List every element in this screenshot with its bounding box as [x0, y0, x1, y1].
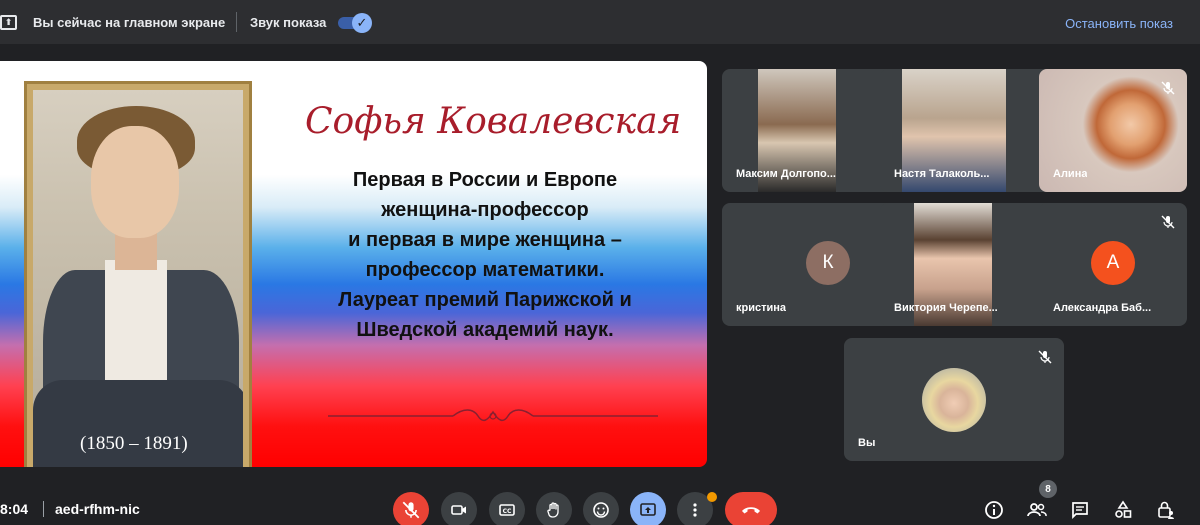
present-screen-icon: ⬆ — [0, 15, 17, 30]
bottom-toolbar: 8:04 aed-rfhm-nic CC — [0, 485, 1200, 525]
participant-count-badge: 8 — [1039, 480, 1057, 498]
mic-off-icon — [402, 501, 420, 519]
participant-tile-self[interactable]: Вы — [844, 338, 1064, 461]
participant-name: Виктория Черепе... — [894, 302, 998, 314]
mic-off-icon — [1161, 215, 1175, 229]
presentation-sound-label: Звук показа — [250, 15, 327, 30]
people-button[interactable] — [1024, 497, 1050, 523]
self-video-thumbnail — [922, 368, 986, 432]
presentation-slide: (1850 – 1891) Софья Ковалевская Первая в… — [0, 61, 707, 467]
reactions-button[interactable] — [583, 492, 619, 525]
participant-name: Максим Долгопо... — [736, 168, 836, 180]
slide-line: Первая в России и Европе — [352, 169, 618, 191]
captions-icon: CC — [499, 504, 515, 516]
raise-hand-button[interactable] — [536, 492, 572, 525]
slide-line: Шведской академий наук. — [356, 319, 614, 341]
participant-name: Алина — [1053, 168, 1088, 180]
meeting-time: 8:04 — [0, 501, 29, 517]
slide-years: (1850 – 1891) — [80, 433, 188, 454]
hang-up-icon — [742, 507, 760, 514]
leave-call-button[interactable] — [725, 492, 777, 525]
mic-off-icon — [1038, 350, 1052, 364]
participant-name: Настя Талаколь... — [894, 168, 990, 180]
camera-toggle-button[interactable] — [441, 492, 477, 525]
lock-person-icon — [1158, 501, 1174, 519]
mic-toggle-button[interactable] — [393, 492, 429, 525]
participant-tile[interactable]: Алина — [1039, 69, 1187, 192]
participant-name: кристина — [736, 302, 787, 314]
notification-dot — [707, 492, 717, 502]
avatar: К — [806, 241, 850, 285]
hand-icon — [547, 502, 559, 518]
presentation-sound-toggle[interactable]: ✓ — [338, 13, 372, 33]
slide-body: Первая в России и Европе женщина-професс… — [310, 165, 660, 345]
banner-divider — [236, 12, 237, 32]
participant-tile[interactable]: А Александра Баб... — [1039, 203, 1187, 326]
captions-button[interactable]: CC — [489, 492, 525, 525]
chat-icon — [1072, 502, 1088, 520]
slide-title: Софья Ковалевская — [305, 101, 682, 142]
slide-line: Лауреат премий Парижской и — [338, 289, 632, 311]
host-controls-button[interactable] — [1153, 497, 1179, 523]
participant-name: Вы — [858, 437, 876, 449]
shapes-icon — [1115, 500, 1132, 518]
presenting-status-text: Вы сейчас на главном экране — [33, 15, 226, 30]
stop-presenting-button[interactable]: Остановить показ — [1065, 16, 1173, 31]
more-vertical-icon — [693, 503, 697, 517]
participant-name: Александра Баб... — [1053, 302, 1152, 314]
info-icon — [985, 501, 1003, 519]
present-screen-icon — [640, 503, 656, 516]
svg-text:CC: CC — [503, 508, 512, 515]
mic-off-icon — [1161, 81, 1175, 95]
meeting-details-button[interactable] — [981, 497, 1007, 523]
toolbar-divider — [43, 501, 44, 517]
present-now-button[interactable] — [630, 492, 666, 525]
chat-button[interactable] — [1067, 497, 1093, 523]
slide-line: женщина-профессор — [381, 199, 589, 221]
meeting-code: aed-rfhm-nic — [55, 501, 140, 517]
slide-line: и первая в мире женщина – — [348, 229, 622, 251]
emoji-icon — [593, 502, 609, 518]
ornament-divider — [328, 409, 658, 422]
slide-line: профессор математики. — [365, 259, 605, 281]
presenting-banner: ⬆ Вы сейчас на главном экране Звук показ… — [0, 0, 1200, 44]
portrait-frame — [24, 81, 252, 467]
portrait-image — [33, 90, 243, 467]
avatar: А — [1091, 241, 1135, 285]
check-icon: ✓ — [352, 13, 372, 33]
people-icon — [1027, 503, 1047, 517]
camera-icon — [451, 505, 466, 515]
activities-button[interactable] — [1110, 497, 1136, 523]
